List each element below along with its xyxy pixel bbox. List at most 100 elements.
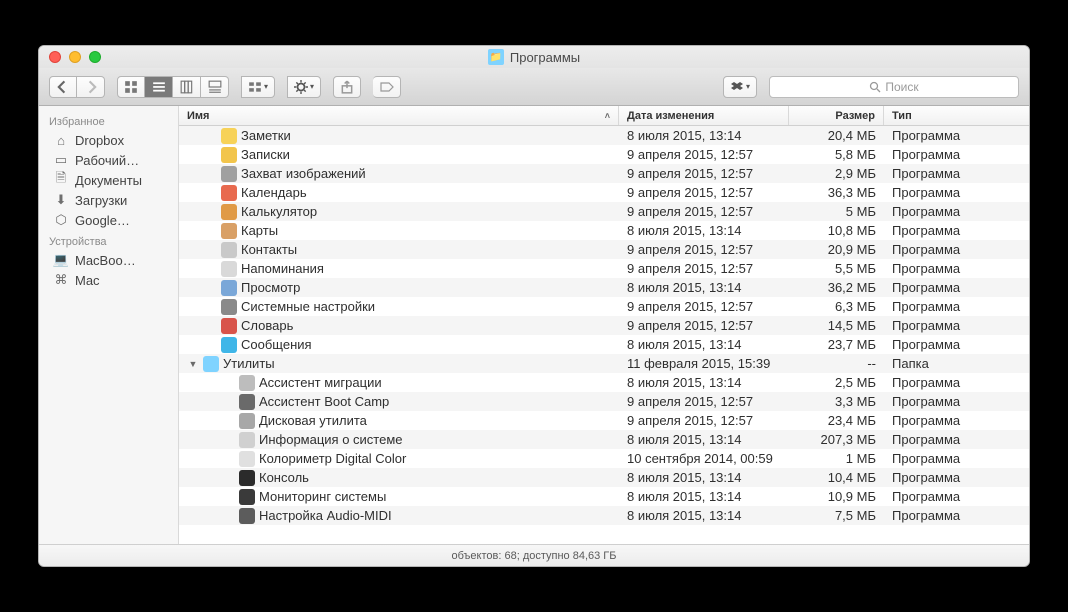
- view-buttons: [117, 76, 229, 98]
- file-name: Просмотр: [241, 280, 300, 295]
- app-icon: [221, 147, 237, 163]
- file-row[interactable]: Колориметр Digital Color10 сентября 2014…: [179, 449, 1029, 468]
- file-row[interactable]: Записки9 апреля 2015, 12:575,8 МБПрограм…: [179, 145, 1029, 164]
- file-size: 7,5 МБ: [789, 508, 884, 523]
- sidebar-item-desktop[interactable]: ▭Рабочий…: [39, 150, 178, 170]
- file-name: Захват изображений: [241, 166, 366, 181]
- app-icon: [239, 470, 255, 486]
- minimize-button[interactable]: [69, 51, 81, 63]
- sidebar-item-documents[interactable]: 🗎Документы: [39, 170, 178, 190]
- file-row[interactable]: Мониторинг системы8 июля 2015, 13:1410,9…: [179, 487, 1029, 506]
- column-name[interactable]: Имя˄: [179, 106, 619, 125]
- file-kind: Программа: [884, 413, 1029, 428]
- file-size: 1 МБ: [789, 451, 884, 466]
- file-kind: Программа: [884, 394, 1029, 409]
- file-name: Ассистент Boot Camp: [259, 394, 389, 409]
- file-kind: Программа: [884, 470, 1029, 485]
- file-size: 207,3 МБ: [789, 432, 884, 447]
- file-kind: Программа: [884, 508, 1029, 523]
- view-icon-button[interactable]: [117, 76, 145, 98]
- app-icon: [221, 223, 237, 239]
- file-row[interactable]: Калькулятор9 апреля 2015, 12:575 МБПрогр…: [179, 202, 1029, 221]
- file-name: Записки: [241, 147, 290, 162]
- mac-icon: ⌘: [53, 272, 69, 288]
- app-icon: [221, 166, 237, 182]
- close-button[interactable]: [49, 51, 61, 63]
- file-kind: Программа: [884, 318, 1029, 333]
- macbook-icon: 💻: [53, 252, 69, 268]
- file-date: 9 апреля 2015, 12:57: [619, 299, 789, 314]
- view-list-button[interactable]: [145, 76, 173, 98]
- file-date: 8 июля 2015, 13:14: [619, 470, 789, 485]
- file-list: Заметки8 июля 2015, 13:1420,4 МБПрограмм…: [179, 126, 1029, 544]
- action-button[interactable]: ▾: [287, 76, 321, 98]
- file-row[interactable]: Напоминания9 апреля 2015, 12:575,5 МБПро…: [179, 259, 1029, 278]
- window-title: 📁 Программы: [39, 49, 1029, 65]
- file-name: Сообщения: [241, 337, 312, 352]
- file-row[interactable]: Карты8 июля 2015, 13:1410,8 МБПрограмма: [179, 221, 1029, 240]
- file-kind: Программа: [884, 185, 1029, 200]
- file-row[interactable]: Настройка Audio-MIDI8 июля 2015, 13:147,…: [179, 506, 1029, 525]
- file-date: 9 апреля 2015, 12:57: [619, 242, 789, 257]
- file-row[interactable]: Сообщения8 июля 2015, 13:1423,7 МБПрогра…: [179, 335, 1029, 354]
- file-row[interactable]: Информация о системе8 июля 2015, 13:1420…: [179, 430, 1029, 449]
- column-kind[interactable]: Тип: [884, 106, 1029, 125]
- file-row[interactable]: ▼Утилиты11 февраля 2015, 15:39--Папка: [179, 354, 1029, 373]
- column-size[interactable]: Размер: [789, 106, 884, 125]
- file-row[interactable]: Ассистент Boot Camp9 апреля 2015, 12:573…: [179, 392, 1029, 411]
- forward-button[interactable]: [77, 76, 105, 98]
- sidebar-section-header: Устройства: [39, 230, 178, 250]
- file-name: Дисковая утилита: [259, 413, 367, 428]
- titlebar: 📁 Программы: [39, 46, 1029, 68]
- file-kind: Программа: [884, 375, 1029, 390]
- file-size: 20,4 МБ: [789, 128, 884, 143]
- app-icon: [221, 128, 237, 144]
- file-date: 8 июля 2015, 13:14: [619, 337, 789, 352]
- file-date: 11 февраля 2015, 15:39: [619, 356, 789, 371]
- downloads-icon: ⬇: [53, 192, 69, 208]
- view-coverflow-button[interactable]: [201, 76, 229, 98]
- file-kind: Программа: [884, 128, 1029, 143]
- file-row[interactable]: Контакты9 апреля 2015, 12:5720,9 МБПрогр…: [179, 240, 1029, 259]
- file-row[interactable]: Захват изображений9 апреля 2015, 12:572,…: [179, 164, 1029, 183]
- file-row[interactable]: Календарь9 апреля 2015, 12:5736,3 МБПрог…: [179, 183, 1029, 202]
- file-row[interactable]: Консоль8 июля 2015, 13:1410,4 МБПрограмм…: [179, 468, 1029, 487]
- disclosure-triangle[interactable]: ▼: [187, 359, 199, 369]
- search-icon: [869, 81, 881, 93]
- app-icon: [239, 394, 255, 410]
- view-column-button[interactable]: [173, 76, 201, 98]
- column-date[interactable]: Дата изменения: [619, 106, 789, 125]
- file-date: 9 апреля 2015, 12:57: [619, 185, 789, 200]
- file-name: Консоль: [259, 470, 309, 485]
- sidebar-item-dropbox[interactable]: ⌂Dropbox: [39, 130, 178, 150]
- sidebar-item-label: Рабочий…: [75, 153, 139, 168]
- sidebar-item-googledrive[interactable]: ⬡Google…: [39, 210, 178, 230]
- file-row[interactable]: Словарь9 апреля 2015, 12:5714,5 МБПрогра…: [179, 316, 1029, 335]
- file-kind: Программа: [884, 432, 1029, 447]
- sidebar-item-downloads[interactable]: ⬇Загрузки: [39, 190, 178, 210]
- sidebar-item-mac[interactable]: ⌘Mac: [39, 270, 178, 290]
- arrange-button[interactable]: ▾: [241, 76, 275, 98]
- app-icon: [221, 261, 237, 277]
- file-row[interactable]: Ассистент миграции8 июля 2015, 13:142,5 …: [179, 373, 1029, 392]
- tags-button[interactable]: [373, 76, 401, 98]
- share-button[interactable]: [333, 76, 361, 98]
- back-button[interactable]: [49, 76, 77, 98]
- search-field[interactable]: Поиск: [769, 76, 1019, 98]
- app-icon: [239, 451, 255, 467]
- dropbox-toolbar-button[interactable]: ▾: [723, 76, 757, 98]
- file-kind: Программа: [884, 147, 1029, 162]
- zoom-button[interactable]: [89, 51, 101, 63]
- column-header: Имя˄ Дата изменения Размер Тип: [179, 106, 1029, 126]
- search-placeholder: Поиск: [885, 80, 918, 94]
- sidebar-item-macbook[interactable]: 💻MacBoo…: [39, 250, 178, 270]
- file-row[interactable]: Системные настройки9 апреля 2015, 12:576…: [179, 297, 1029, 316]
- file-size: 36,3 МБ: [789, 185, 884, 200]
- app-icon: [239, 432, 255, 448]
- file-date: 8 июля 2015, 13:14: [619, 432, 789, 447]
- file-date: 9 апреля 2015, 12:57: [619, 204, 789, 219]
- file-row[interactable]: Дисковая утилита9 апреля 2015, 12:5723,4…: [179, 411, 1029, 430]
- body: Избранное⌂Dropbox▭Рабочий…🗎Документы⬇Заг…: [39, 106, 1029, 544]
- file-row[interactable]: Заметки8 июля 2015, 13:1420,4 МБПрограмм…: [179, 126, 1029, 145]
- file-row[interactable]: Просмотр8 июля 2015, 13:1436,2 МБПрограм…: [179, 278, 1029, 297]
